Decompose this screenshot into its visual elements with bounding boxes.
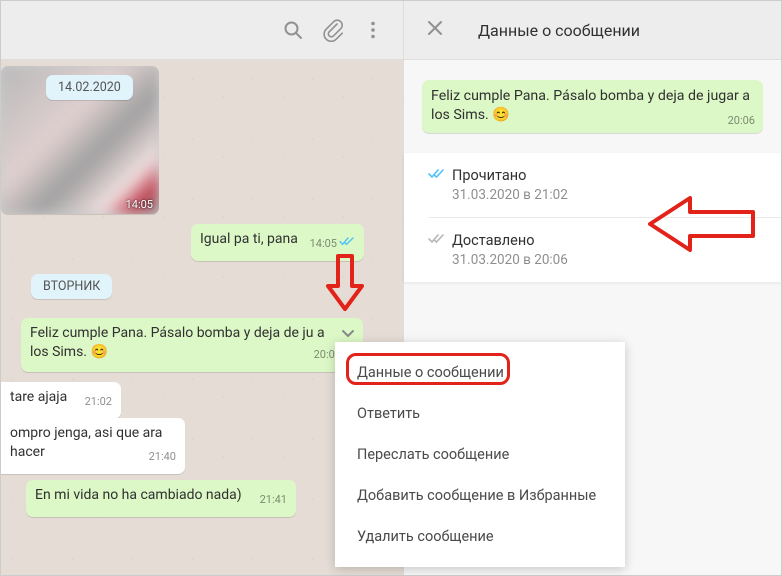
status-label: Прочитано xyxy=(452,167,526,184)
message-time: 21:40 xyxy=(149,447,176,466)
search-icon[interactable] xyxy=(273,10,313,50)
context-menu: Данные о сообщении Ответить Переслать со… xyxy=(335,342,625,567)
message-time: 20:06 xyxy=(728,111,755,130)
message-text: Igual pa ti, pana xyxy=(200,231,298,247)
double-check-gray-icon xyxy=(428,232,446,249)
message-in[interactable]: tare ajaja 21:02 xyxy=(1,382,121,419)
menu-item-forward[interactable]: Переслать сообщение xyxy=(335,434,625,475)
message-text: tare ajaja xyxy=(10,389,67,405)
message-text: Feliz cumple Pana. Pásalo bomba y deja d… xyxy=(30,325,325,360)
menu-item-info[interactable]: Данные о сообщении xyxy=(335,352,625,393)
message-time: 14:05 xyxy=(126,198,153,211)
status-timestamp: 31.03.2020 в 20:06 xyxy=(452,252,757,268)
menu-item-delete[interactable]: Удалить сообщение xyxy=(335,516,625,557)
message-out[interactable]: En mi vida no ha cambiado nada) 21:41 xyxy=(26,480,296,517)
double-check-icon xyxy=(339,234,355,253)
message-text: Feliz cumple Pana. Pásalo bomba y deja d… xyxy=(431,88,750,123)
menu-item-reply[interactable]: Ответить xyxy=(335,393,625,434)
message-text: ompro jenga, asi que ara hacer xyxy=(10,425,162,460)
day-label: ВТОРНИК xyxy=(31,274,112,299)
info-header: Данные о сообщении xyxy=(404,1,781,60)
double-check-blue-icon xyxy=(428,167,446,184)
menu-item-star[interactable]: Добавить сообщение в Избранные xyxy=(335,475,625,516)
status-label: Доставлено xyxy=(452,232,535,249)
annotation-arrow-down xyxy=(325,254,365,314)
message-time: 14:05 xyxy=(310,234,337,253)
close-icon[interactable] xyxy=(418,12,452,48)
menu-icon[interactable] xyxy=(353,10,393,50)
message-out-selected[interactable]: Feliz cumple Pana. Pásalo bomba y deja d… xyxy=(21,318,363,372)
annotation-arrow-left xyxy=(645,194,755,254)
chat-header xyxy=(1,1,403,60)
message-preview: Feliz cumple Pana. Pásalo bomba y deja d… xyxy=(422,80,763,133)
date-chip: 14.02.2020 xyxy=(46,75,133,100)
message-time: 21:41 xyxy=(260,490,287,509)
message-in[interactable]: ompro jenga, asi que ara hacer 21:40 xyxy=(1,418,185,474)
panel-title: Данные о сообщении xyxy=(478,21,640,40)
message-time: 21:02 xyxy=(85,392,112,411)
attach-icon[interactable] xyxy=(313,10,353,50)
message-text: En mi vida no ha cambiado nada) xyxy=(35,487,242,503)
